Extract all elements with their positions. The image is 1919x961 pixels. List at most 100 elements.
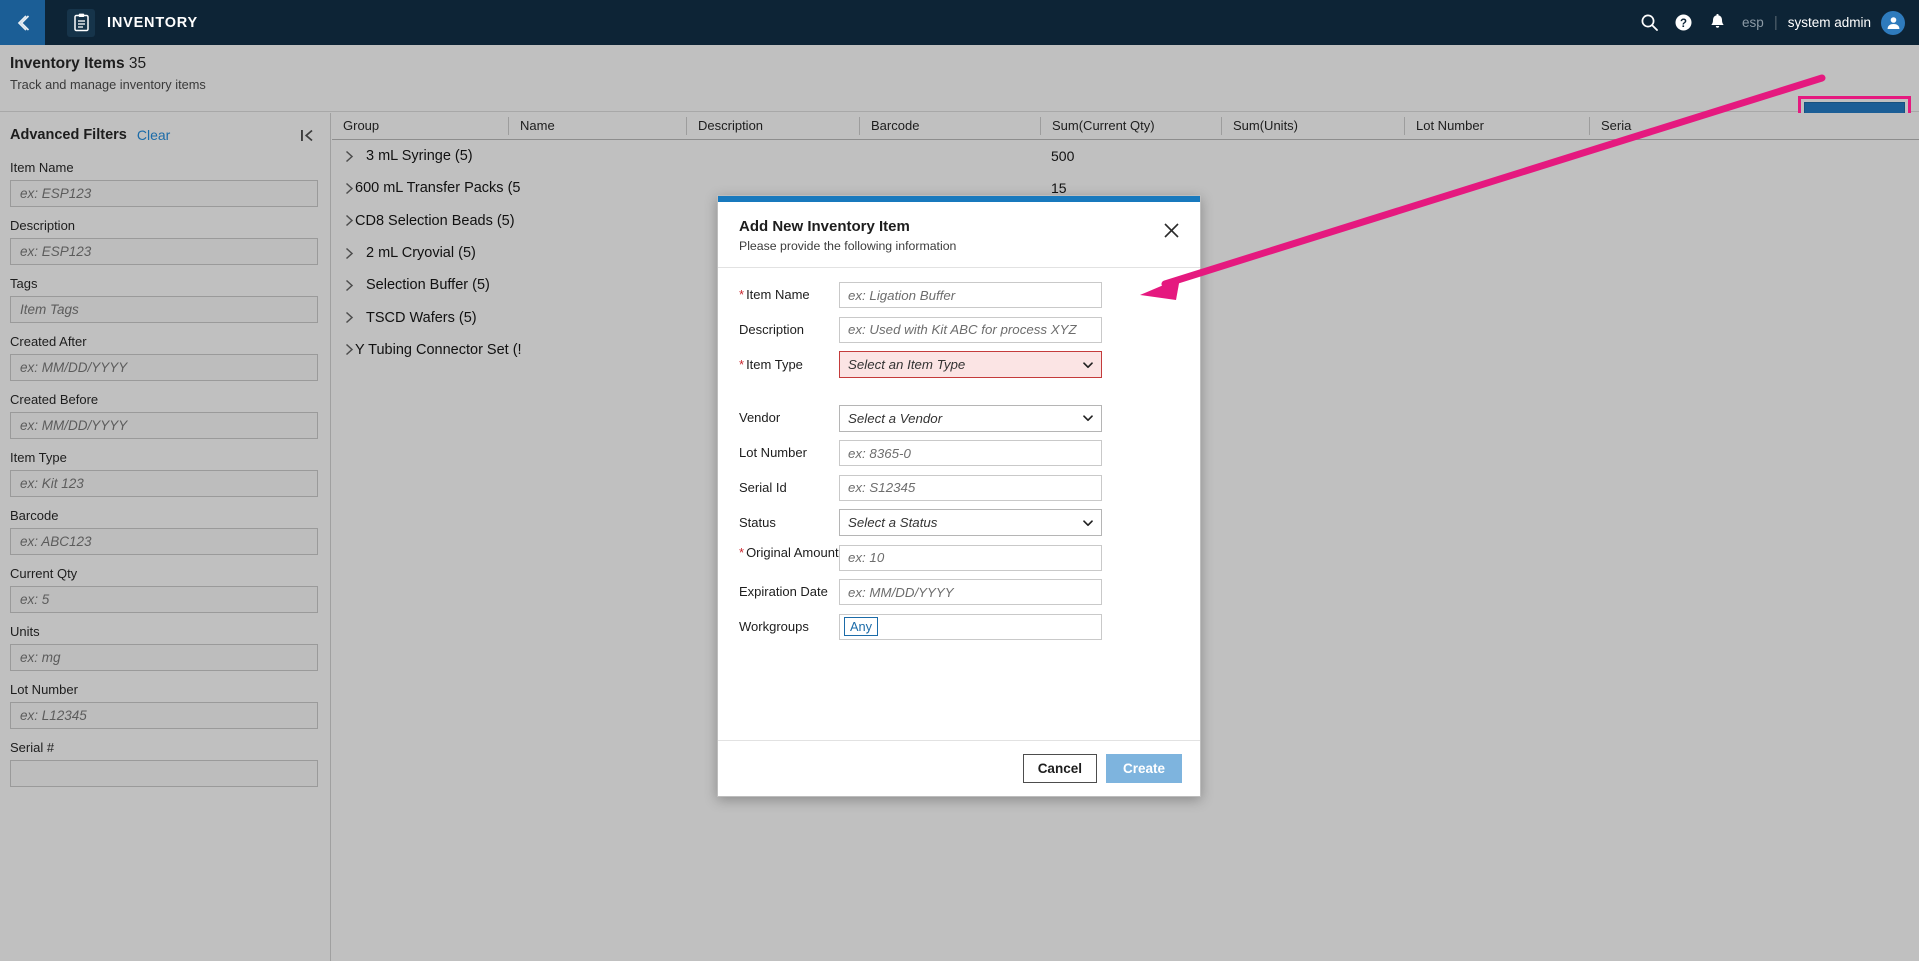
- table-cell-group: Y Tubing Connector Set (!: [332, 342, 522, 358]
- close-icon[interactable]: [1160, 219, 1182, 241]
- filters-header: Advanced Filters Clear: [10, 113, 320, 149]
- table-cell-group: TSCD Wafers (5): [332, 310, 508, 326]
- status-select[interactable]: Select a Status: [839, 509, 1102, 536]
- field-row-serial-id: Serial Id: [739, 474, 1180, 501]
- filter-label: Barcode: [10, 508, 59, 523]
- filter-input[interactable]: [10, 296, 318, 323]
- filter-input[interactable]: [10, 644, 318, 671]
- group-name-label: TSCD Wafers (5): [366, 309, 477, 326]
- dialog-subtitle: Please provide the following information: [739, 239, 957, 253]
- cancel-button[interactable]: Cancel: [1022, 754, 1097, 783]
- create-button[interactable]: Create: [1105, 754, 1182, 783]
- form-section-gap: [739, 387, 1180, 405]
- original-amount-label-text: Original Amount: [746, 544, 839, 560]
- dialog-header: Add New Inventory Item Please provide th…: [718, 202, 1200, 268]
- group-name-label: 600 mL Transfer Packs (5: [355, 180, 521, 197]
- filter-label: Serial #: [10, 740, 55, 755]
- user-name-label[interactable]: system admin: [1788, 15, 1871, 30]
- item-type-label: * Item Type: [739, 357, 839, 373]
- chevron-right-icon[interactable]: [344, 182, 355, 195]
- group-name-label: 3 mL Syringe (5): [366, 148, 473, 165]
- help-circle-icon[interactable]: ?: [1666, 6, 1700, 40]
- required-marker: *: [739, 356, 745, 372]
- user-avatar-icon[interactable]: [1881, 10, 1905, 35]
- required-marker: *: [739, 287, 745, 302]
- page-title: Inventory Items 35: [10, 55, 146, 73]
- back-button[interactable]: [0, 0, 45, 45]
- table-column-header[interactable]: Barcode: [859, 117, 1040, 135]
- locale-label[interactable]: esp: [1742, 15, 1764, 30]
- filter-input[interactable]: [10, 528, 318, 555]
- chevron-right-icon[interactable]: [344, 247, 366, 260]
- table-column-header[interactable]: Seria: [1589, 117, 1729, 135]
- required-marker: *: [739, 544, 745, 560]
- original-amount-label: * Original Amount: [739, 545, 839, 561]
- filter-input[interactable]: [10, 702, 318, 729]
- table-column-header[interactable]: Lot Number: [1404, 117, 1589, 135]
- filter-input[interactable]: [10, 470, 318, 497]
- item-name-input[interactable]: [839, 282, 1102, 308]
- filter-input[interactable]: [10, 238, 318, 265]
- top-nav-actions: ? esp | system admin: [1632, 6, 1919, 40]
- expiration-date-input[interactable]: [839, 579, 1102, 605]
- field-row-status: Status Select a Status: [739, 509, 1180, 536]
- table-row[interactable]: 3 mL Syringe (5) 500: [332, 140, 1919, 172]
- item-type-select[interactable]: Select an Item Type: [839, 351, 1102, 378]
- lot-number-input[interactable]: [839, 440, 1102, 466]
- filter-label: Current Qty: [10, 566, 78, 581]
- description-input[interactable]: [839, 316, 1102, 343]
- filter-field-serial: Serial #: [10, 740, 320, 787]
- filter-input[interactable]: [10, 354, 318, 381]
- filter-label: Lot Number: [10, 682, 78, 697]
- table-column-header[interactable]: Name: [508, 117, 686, 135]
- group-name-label: CD8 Selection Beads (5): [355, 212, 515, 229]
- filter-field-barcode: Barcode: [10, 508, 320, 555]
- dialog-footer: Cancel Create: [718, 740, 1200, 796]
- clear-filters-link[interactable]: Clear: [137, 127, 170, 143]
- filter-input[interactable]: [10, 586, 318, 613]
- filters-title: Advanced Filters: [10, 127, 127, 143]
- chevron-right-icon[interactable]: [344, 214, 355, 227]
- filter-label: Units: [10, 624, 40, 639]
- filter-field-lot-number: Lot Number: [10, 682, 320, 729]
- field-row-description: Description: [739, 316, 1180, 343]
- svg-text:?: ?: [1680, 18, 1687, 30]
- field-row-lot-number: Lot Number: [739, 440, 1180, 466]
- group-name-label: 2 mL Cryovial (5): [366, 245, 476, 262]
- collapse-panel-icon[interactable]: [299, 128, 320, 143]
- dialog-form: *Item Name Description *Item Type Select…: [718, 268, 1200, 640]
- chevron-right-icon[interactable]: [344, 343, 355, 356]
- filter-input[interactable]: [10, 412, 318, 439]
- filter-input[interactable]: [10, 760, 318, 787]
- filter-fields-list: Item Name Description Tags Created After Cre…: [10, 160, 320, 787]
- table-column-header[interactable]: Description: [686, 117, 859, 135]
- table-cell-group: CD8 Selection Beads (5): [332, 213, 515, 229]
- chevron-right-icon[interactable]: [344, 311, 366, 324]
- filter-input[interactable]: [10, 180, 318, 207]
- description-label: Description: [739, 321, 805, 337]
- page-item-count: 35: [128, 55, 147, 72]
- vendor-select[interactable]: Select a Vendor: [839, 404, 1102, 432]
- field-row-original-amount: * Original Amount: [739, 544, 1180, 571]
- filter-field-created-before: Created Before: [10, 392, 320, 439]
- search-icon[interactable]: [1632, 6, 1666, 40]
- table-column-header[interactable]: Sum(Units): [1221, 117, 1404, 135]
- table-column-header[interactable]: Group: [332, 117, 508, 135]
- item-name-label: * Item Name: [739, 287, 839, 303]
- table-column-header[interactable]: Sum(Current Qty): [1040, 117, 1221, 135]
- field-row-workgroups: Workgroups Any: [739, 613, 1180, 640]
- table-cell-group: 3 mL Syringe (5): [332, 148, 508, 164]
- filter-label: Item Name: [10, 160, 74, 175]
- field-row-item-type: * Item Type Select an Item Type: [739, 351, 1180, 378]
- workgroups-input[interactable]: Any: [839, 613, 1102, 640]
- workgroup-chip-any[interactable]: Any: [844, 617, 879, 636]
- filter-field-item-type: Item Type: [10, 450, 320, 497]
- chevron-right-icon[interactable]: [344, 279, 366, 292]
- original-amount-input[interactable]: [839, 544, 1102, 571]
- add-inventory-item-dialog: Add New Inventory Item Please provide th…: [717, 195, 1201, 797]
- bell-icon[interactable]: [1700, 6, 1734, 40]
- chevron-right-icon[interactable]: [344, 150, 366, 163]
- lot-number-label: Lot Number: [739, 445, 807, 460]
- serial-id-input[interactable]: [839, 474, 1102, 501]
- field-row-item-name: * Item Name: [739, 282, 1180, 308]
